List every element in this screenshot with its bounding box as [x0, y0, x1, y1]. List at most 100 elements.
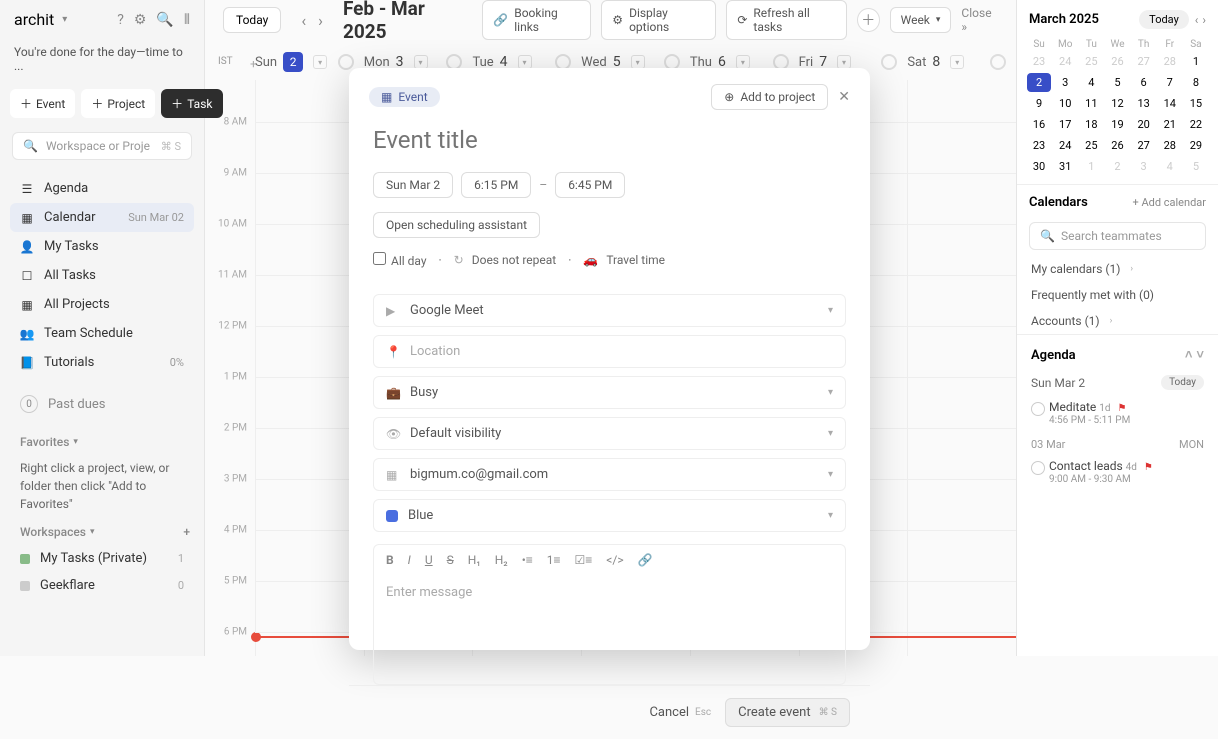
event-date-chip[interactable]: Sun Mar 2	[373, 172, 453, 198]
collapse-down-icon[interactable]: ˅	[1196, 347, 1204, 363]
frequently-met-toggle[interactable]: Frequently met with (0)	[1017, 282, 1218, 308]
add-to-project-button[interactable]: ⊕Add to project	[711, 84, 828, 110]
add-calendar-button[interactable]: + Add calendar	[1132, 196, 1206, 209]
search-icon[interactable]: 🔍	[156, 12, 173, 28]
help-icon[interactable]: ?	[117, 12, 124, 28]
minical-day[interactable]: 20	[1132, 115, 1156, 134]
bullet-list-icon[interactable]: •≡	[522, 553, 533, 567]
minical-day[interactable]: 10	[1053, 94, 1077, 113]
minical-day[interactable]: 21	[1158, 115, 1182, 134]
workspace-item[interactable]: Geekflare0	[0, 572, 204, 599]
close-icon[interactable]: ✕	[838, 89, 850, 105]
minical-day[interactable]: 17	[1053, 115, 1077, 134]
workspace-search[interactable]: 🔍 Workspace or Proje ⌘ S	[12, 132, 192, 160]
favorites-header[interactable]: Favorites ▾	[0, 427, 204, 455]
collapse-up-icon[interactable]: ˄	[1185, 347, 1193, 363]
scheduling-assistant-button[interactable]: Open scheduling assistant	[373, 212, 540, 238]
underline-icon[interactable]: U	[425, 553, 433, 567]
h1-icon[interactable]: H₁	[468, 553, 481, 567]
chevron-down-icon[interactable]: ▾	[837, 55, 851, 69]
nav-calendar[interactable]: ▦CalendarSun Mar 02	[10, 203, 194, 232]
nav-all-projects[interactable]: ▦All Projects	[10, 290, 194, 319]
chevron-down-icon[interactable]: ▾	[414, 55, 428, 69]
nav-my-tasks[interactable]: 👤My Tasks	[10, 232, 194, 261]
minical-day[interactable]: 7	[1158, 73, 1182, 92]
italic-icon[interactable]: I	[408, 553, 411, 567]
my-calendars-toggle[interactable]: My calendars (1)›	[1017, 256, 1218, 282]
minical-day[interactable]: 25	[1079, 136, 1103, 155]
nav-all-tasks[interactable]: ☐All Tasks	[10, 261, 194, 290]
display-options-button[interactable]: ⚙Display options	[601, 0, 716, 40]
day-header[interactable]: Sat8▾	[907, 48, 1016, 76]
minical-today-button[interactable]: Today	[1139, 10, 1189, 29]
week-select[interactable]: Week▾	[890, 7, 952, 33]
link-icon[interactable]: 🔗	[638, 553, 653, 567]
workspace-header[interactable]: archit ▾ ? ⚙ 🔍 ⦀	[0, 0, 204, 39]
minical-day[interactable]: 2	[1027, 73, 1051, 92]
event-button[interactable]: ＋Event	[10, 89, 75, 118]
workspaces-header[interactable]: Workspaces ▾ +	[0, 517, 204, 545]
minical-day[interactable]: 6	[1132, 73, 1156, 92]
color-select[interactable]: Blue▾	[373, 499, 846, 532]
minical-day[interactable]: 13	[1132, 94, 1156, 113]
workspace-item[interactable]: My Tasks (Private)1	[0, 545, 204, 572]
code-icon[interactable]: </>	[606, 553, 623, 567]
minical-day[interactable]: 5	[1184, 157, 1208, 176]
event-title-input[interactable]	[349, 120, 870, 168]
minical-day[interactable]: 29	[1184, 136, 1208, 155]
minical-day[interactable]: 14	[1158, 94, 1182, 113]
minical-day[interactable]: 1	[1079, 157, 1103, 176]
location-input[interactable]: 📍Location	[373, 335, 846, 368]
minical-prev-icon[interactable]: ‹	[1195, 13, 1199, 27]
prev-week-icon[interactable]: ‹	[295, 8, 312, 33]
minical-day[interactable]: 25	[1079, 52, 1103, 71]
refresh-button[interactable]: ⟳Refresh all tasks	[726, 0, 847, 40]
event-type-chip[interactable]: ▦Event	[369, 87, 440, 107]
all-day-checkbox[interactable]: All day	[373, 252, 427, 268]
today-button[interactable]: Today	[223, 7, 281, 33]
nav-tutorials[interactable]: 📘Tutorials0%	[10, 348, 194, 377]
strike-icon[interactable]: S	[447, 553, 454, 567]
nav-team-schedule[interactable]: 👥Team Schedule	[10, 319, 194, 348]
visibility-select[interactable]: 👁Default visibility▾	[373, 417, 846, 450]
chevron-down-icon[interactable]: ▾	[313, 55, 327, 69]
minical-day[interactable]: 2	[1105, 157, 1129, 176]
h2-icon[interactable]: H₂	[495, 553, 508, 567]
bold-icon[interactable]: B	[386, 553, 394, 567]
minical-day[interactable]: 3	[1053, 73, 1077, 92]
minical-day[interactable]: 22	[1184, 115, 1208, 134]
travel-time-button[interactable]: Travel time	[606, 253, 665, 267]
minical-next-icon[interactable]: ›	[1202, 13, 1206, 27]
minical-day[interactable]: 8	[1184, 73, 1208, 92]
chevron-down-icon[interactable]: ▾	[950, 55, 964, 69]
description-input[interactable]: Enter message	[373, 575, 846, 685]
project-button[interactable]: ＋Project	[81, 89, 155, 118]
minical-day[interactable]: 23	[1027, 136, 1051, 155]
minical-day[interactable]: 24	[1053, 52, 1077, 71]
agenda-event[interactable]: Contact leads 4d ⚑ 9:00 AM - 9:30 AM	[1017, 455, 1218, 489]
create-event-button[interactable]: Create event⌘ S	[725, 698, 850, 727]
agenda-event[interactable]: Meditate 1d ⚑ 4:56 PM - 5:11 PM	[1017, 396, 1218, 430]
minical-day[interactable]: 23	[1027, 52, 1051, 71]
next-week-icon[interactable]: ›	[312, 8, 329, 33]
chevron-down-icon[interactable]: ▾	[736, 55, 750, 69]
accounts-toggle[interactable]: Accounts (1)›	[1017, 308, 1218, 334]
minical-day[interactable]: 31	[1053, 157, 1077, 176]
minical-day[interactable]: 24	[1053, 136, 1077, 155]
chevron-down-icon[interactable]: ▾	[631, 55, 645, 69]
minical-day[interactable]: 26	[1105, 136, 1129, 155]
add-button[interactable]: ＋	[857, 8, 880, 32]
minical-day[interactable]: 12	[1105, 94, 1129, 113]
calendar-select[interactable]: ▦bigmum.co@gmail.com▾	[373, 458, 846, 491]
cancel-button[interactable]: CancelEsc	[649, 705, 711, 720]
collapse-icon[interactable]: ⦀	[184, 12, 190, 28]
check-list-icon[interactable]: ☑≡	[575, 553, 593, 567]
minical-day[interactable]: 19	[1105, 115, 1129, 134]
minical-day[interactable]: 28	[1158, 136, 1182, 155]
availability-select[interactable]: 💼Busy▾	[373, 376, 846, 409]
day-header[interactable]: Sun2▾	[255, 48, 364, 76]
video-meet-select[interactable]: ▶Google Meet▾	[373, 294, 846, 327]
minical-day[interactable]: 28	[1158, 52, 1182, 71]
add-workspace-icon[interactable]: +	[183, 525, 190, 539]
close-button[interactable]: Close »	[961, 6, 998, 34]
